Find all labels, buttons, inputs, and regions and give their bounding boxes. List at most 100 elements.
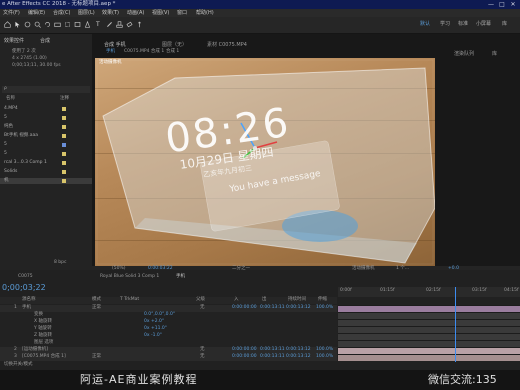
menu-edit[interactable]: 编辑(E) [28,10,45,16]
project-item[interactable]: Bt手机 视频.aaa [0,133,92,139]
breadcrumb-comp1[interactable]: 合成 1 [166,49,179,55]
label-color-swatch[interactable] [62,161,66,165]
layer-duration-bar[interactable] [338,340,520,347]
timeline-tab-phone[interactable]: 手机 [176,274,185,280]
tab-layer-none[interactable]: 图层（无） [162,43,187,48]
project-item[interactable]: 纯色 [0,124,92,130]
project-item[interactable]: 5 [0,142,92,148]
project-item[interactable]: 5 [0,115,92,121]
layer-duration-bar[interactable] [338,354,520,361]
column-name[interactable]: 名称 [6,96,15,102]
eraser-tool-icon[interactable] [126,21,133,28]
property-value[interactable]: 0x +11.0° [144,326,167,332]
label-color-swatch[interactable] [62,179,66,183]
layer-row[interactable]: 图层 选项 [0,340,337,347]
playhead[interactable] [455,287,456,362]
tab-composition[interactable]: 合成 [40,39,50,44]
col-in[interactable]: 入 [234,297,239,303]
layer-row[interactable]: Y 轴旋转 0x +11.0° [0,326,337,333]
menu-effect[interactable]: 效果(T) [102,10,119,16]
col-duration[interactable]: 持续时间 [288,297,306,303]
zoom-tool-icon[interactable] [34,21,41,28]
clone-stamp-tool-icon[interactable] [116,21,123,28]
menu-window[interactable]: 窗口 [177,10,187,16]
tab-footage[interactable]: 素材 C0075.MP4 [207,43,247,48]
layer-row[interactable]: 1 手机 正常 无 0:00:00:00 0:00:13:11 0:00:13:12 100.… [0,305,337,312]
hand-tool-icon[interactable] [24,21,31,28]
workspace-small-screen[interactable]: 小屏幕 [476,22,491,27]
layer-duration-bar[interactable] [338,319,520,326]
bit-depth[interactable]: 8 bpc [54,260,66,266]
layer-row[interactable]: X 轴旋转 0x +2.0° [0,319,337,326]
project-item[interactable]: 4.MP4 [0,106,92,112]
timeline-tab-c0075[interactable]: C0075 [18,274,33,280]
timeline-tab-royal-blue[interactable]: Royal Blue Solid 3 Comp 1 [100,274,159,280]
breadcrumb-c0075[interactable]: C0075.MP4 合成 1 [124,49,164,55]
label-color-swatch[interactable] [62,143,66,147]
layer-row[interactable]: 2 [运动摄像机] 无 0:00:00:00 0:00:13:11 0:00:13:12 1… [0,347,337,354]
label-color-swatch[interactable] [62,116,66,120]
type-tool-icon[interactable]: T [96,22,100,28]
property-value[interactable]: 0.0°,0.0°,0.0° [144,312,175,318]
brush-tool-icon[interactable] [106,21,113,28]
timeline-current-time[interactable]: 0;00;03;22 [2,284,46,292]
tab-library[interactable]: 库 [492,52,497,57]
home-icon[interactable] [4,21,11,28]
close-button[interactable]: ✕ [509,1,517,8]
tab-render-queue[interactable]: 渲染队列 [454,52,474,57]
col-mode[interactable]: 模式 [92,297,101,303]
workspace-default[interactable]: 默认 [420,22,430,27]
layer-duration-bar[interactable] [338,312,520,319]
layer-duration-bar[interactable] [338,347,520,354]
col-out[interactable]: 出 [262,297,267,303]
property-value[interactable]: 0x -1.0° [144,333,162,339]
viewer-canvas[interactable]: 活动摄像机 08:26 10月29日 星期四 乙亥年九月初三 You have … [95,58,435,266]
tab-effect-controls[interactable]: 效果控件 [4,39,24,44]
label-color-swatch[interactable] [62,152,66,156]
pen-tool-icon[interactable] [84,21,91,28]
label-color-swatch[interactable] [62,170,66,174]
project-item[interactable]: Solids [0,169,92,175]
label-color-swatch[interactable] [62,107,66,111]
layer-row[interactable]: 变换 0.0°,0.0°,0.0° [0,312,337,319]
menu-file[interactable]: 文件(F) [3,10,20,16]
menu-animation[interactable]: 动画(A) [127,10,144,16]
layer-duration-bar[interactable] [338,326,520,333]
minimize-button[interactable]: — [487,1,495,8]
time-ruler[interactable]: 0:00f 01:15f 02:15f 03:15f 04:15f [338,287,520,297]
column-comment[interactable]: 注释 [60,96,69,102]
selection-tool-icon[interactable] [14,21,21,28]
tab-composition-phone[interactable]: 合成 手机 [104,43,126,48]
label-color-swatch[interactable] [62,134,66,138]
camera-tool-icon[interactable] [54,21,61,28]
col-stretch[interactable]: 伸缩 [318,297,327,303]
menu-view[interactable]: 视图(V) [152,10,169,16]
project-item[interactable]: 机 [0,178,92,184]
project-item[interactable]: rcal 3...0.3 Comp 1 [0,160,92,166]
menu-composition[interactable]: 合成(C) [53,10,70,16]
project-item[interactable]: 5 [0,151,92,157]
layer-duration-bar[interactable] [338,333,520,340]
search-input[interactable]: ρ [2,86,90,93]
workspace-learn[interactable]: 学习 [440,22,450,27]
workspace-library[interactable]: 库 [502,22,507,27]
puppet-tool-icon[interactable] [136,21,143,28]
timeline-track-area[interactable] [338,305,520,361]
breadcrumb-phone[interactable]: 手机 [106,49,115,55]
menu-help[interactable]: 帮助(H) [196,10,214,16]
toggle-switches-modes[interactable]: 切换开关/模式 [4,362,33,368]
maximize-button[interactable]: □ [498,1,506,8]
property-value[interactable]: 0x +2.0° [144,319,164,325]
menu-layer[interactable]: 图层(L) [78,10,95,16]
rectangle-tool-icon[interactable] [74,21,81,28]
col-parent[interactable]: 父级 [196,297,205,303]
rotate-tool-icon[interactable] [44,21,51,28]
col-source-name[interactable]: 源名称 [22,297,36,303]
workspace-standard[interactable]: 标准 [458,22,468,27]
label-color-swatch[interactable] [62,125,66,129]
layer-row[interactable]: Z 轴旋转 0x -1.0° [0,333,337,340]
col-trkmat[interactable]: T TrkMat [120,297,139,303]
pan-behind-tool-icon[interactable] [64,21,71,28]
layer-duration-bar[interactable] [338,305,520,312]
layer-row[interactable]: 3 [C0075.MP4 合成 1] 正常 无 0:00:00:00 0:00:13:11… [0,354,337,361]
